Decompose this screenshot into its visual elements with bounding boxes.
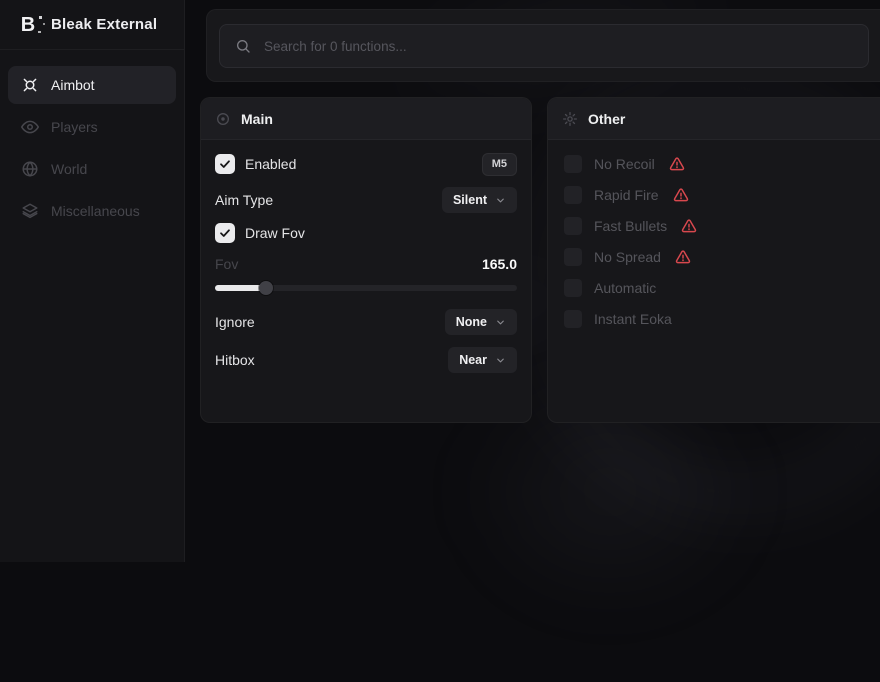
search-input[interactable] [262,38,853,55]
rapid-fire-row: Rapid Fire [564,184,876,206]
no-recoil-checkbox[interactable] [564,155,582,173]
fov-slider-thumb[interactable] [259,281,273,295]
sidebar-item-label: Players [51,119,98,135]
instant-eoka-row: Instant Eoka [564,308,876,330]
rapid-fire-label: Rapid Fire [594,187,659,203]
fov-slider[interactable] [215,281,517,295]
draw-fov-label: Draw Fov [245,225,305,241]
main-panel-body: Enabled M5 Aim Type Silent Draw Fov Fov … [201,140,531,373]
fov-label: Fov [215,256,238,272]
warning-icon [669,156,685,172]
no-recoil-row: No Recoil [564,153,876,175]
enabled-keybind-button[interactable]: M5 [482,153,517,176]
ignore-value: None [456,315,487,329]
fast-bullets-row: Fast Bullets [564,215,876,237]
hitbox-label: Hitbox [215,352,255,368]
aim-type-value: Silent [453,193,487,207]
panel-title: Other [588,111,625,127]
other-panel: Other No Recoil Rapid Fire Fast Bullets [547,97,880,423]
draw-fov-checkbox[interactable] [215,223,235,243]
crosshair-icon [21,76,39,94]
sidebar-header: B Bleak External [0,0,184,50]
no-spread-label: No Spread [594,249,661,265]
ignore-dropdown[interactable]: None [445,309,517,335]
fov-slider-row [215,281,517,295]
aim-type-row: Aim Type Silent [215,187,517,213]
sidebar-item-world[interactable]: World [8,150,176,188]
fov-value-row: Fov 165.0 [215,255,517,273]
app-window: { "app": { "title": "Bleak External" }, … [0,0,880,562]
aim-type-label: Aim Type [215,192,273,208]
main-panel: Main Enabled M5 Aim Type Silent [200,97,532,423]
layers-icon [21,202,39,220]
aim-type-dropdown[interactable]: Silent [442,187,517,213]
chevron-down-icon [495,317,506,328]
enabled-label: Enabled [245,156,296,172]
sidebar-item-players[interactable]: Players [8,108,176,146]
no-spread-row: No Spread [564,246,876,268]
gear-icon [562,111,578,127]
hitbox-value: Near [459,353,487,367]
warning-icon [673,187,689,203]
app-logo-icon: B [16,13,40,37]
instant-eoka-label: Instant Eoka [594,311,672,327]
sidebar-item-label: World [51,161,87,177]
hitbox-row: Hitbox Near [215,347,517,373]
chevron-down-icon [495,355,506,366]
app-title: Bleak External [51,16,157,33]
instant-eoka-checkbox[interactable] [564,310,582,328]
ignore-row: Ignore None [215,309,517,335]
search-panel [206,9,880,82]
draw-fov-row: Draw Fov [215,223,517,243]
sidebar-nav: Aimbot Players World [0,50,184,250]
fast-bullets-checkbox[interactable] [564,217,582,235]
warning-icon [681,218,697,234]
automatic-checkbox[interactable] [564,279,582,297]
hitbox-dropdown[interactable]: Near [448,347,517,373]
sidebar-item-miscellaneous[interactable]: Miscellaneous [8,192,176,230]
fast-bullets-label: Fast Bullets [594,218,667,234]
automatic-label: Automatic [594,280,656,296]
sidebar: B Bleak External Aimbot Playe [0,0,185,562]
ignore-label: Ignore [215,314,255,330]
automatic-row: Automatic [564,277,876,299]
other-panel-header: Other [548,98,880,140]
rapid-fire-checkbox[interactable] [564,186,582,204]
search-icon [235,38,251,54]
warning-icon [675,249,691,265]
other-panel-body: No Recoil Rapid Fire Fast Bullets No Spr… [548,140,880,330]
globe-icon [21,160,39,178]
search-box[interactable] [219,24,869,68]
target-icon [215,111,231,127]
eye-icon [21,118,39,136]
main-panel-header: Main [201,98,531,140]
sidebar-item-aimbot[interactable]: Aimbot [8,66,176,104]
check-icon [219,227,231,239]
panel-title: Main [241,111,273,127]
enabled-row: Enabled M5 [215,154,517,174]
no-spread-checkbox[interactable] [564,248,582,266]
enabled-checkbox[interactable] [215,154,235,174]
check-icon [219,158,231,170]
chevron-down-icon [495,195,506,206]
sidebar-item-label: Miscellaneous [51,203,140,219]
fov-value: 165.0 [482,256,517,272]
sidebar-item-label: Aimbot [51,77,95,93]
no-recoil-label: No Recoil [594,156,655,172]
